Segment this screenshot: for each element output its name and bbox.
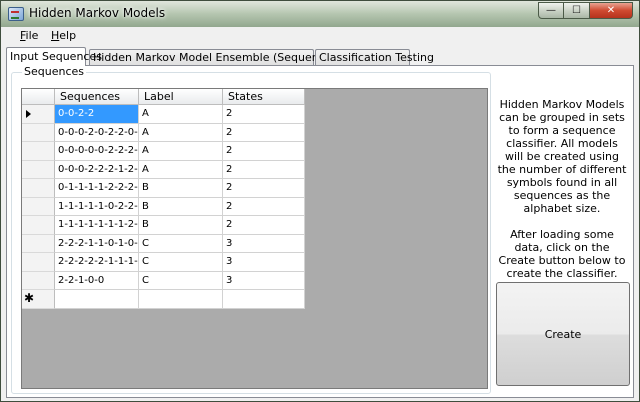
table-row: 2-2-2-2-2-1-1-1-1-... C 3 [22,253,305,272]
row-header[interactable] [22,179,55,198]
tab-page-input-sequences: Sequences Sequences Label States 0-0-2-2… [6,65,634,398]
cell-sequence[interactable]: 2-2-2-1-1-0-1-0-0-... [55,234,139,253]
caption-buttons: — ☐ ✕ [538,2,633,19]
cell-states[interactable]: 3 [223,234,305,253]
cell-label-new[interactable] [139,290,223,309]
row-header[interactable]: ✱ [22,290,55,309]
cell-states[interactable]: 2 [223,142,305,161]
cell-states[interactable]: 2 [223,123,305,142]
menu-help[interactable]: Help [51,29,76,42]
app-icon [8,7,24,21]
table-row: 1-1-1-1-1-1-1-2-2-... B 2 [22,216,305,235]
cell-sequence[interactable]: 0-0-0-0-0-2-2-2-2-... [55,142,139,161]
cell-states[interactable]: 2 [223,216,305,235]
menu-file-label: ile [25,29,39,42]
cell-sequence[interactable]: 0-0-0-2-2-2-1-2-2-... [55,160,139,179]
sequences-group-title: Sequences [22,65,86,78]
cell-states[interactable]: 3 [223,271,305,290]
current-row-arrow-icon [26,110,31,118]
menu-bar: File Help [1,27,639,45]
cell-states[interactable]: 2 [223,160,305,179]
instructions-paragraph-1: Hidden Markov Models can be grouped in s… [497,98,627,215]
cell-sequence[interactable]: 0-1-1-1-1-2-2-2-2-... [55,179,139,198]
cell-label[interactable]: A [139,105,223,124]
table-row: 0-0-2-2 A 2 [22,105,305,124]
tab-hmm-ensemble[interactable]: Hidden Markov Model Ensemble (Sequence C… [89,49,390,65]
row-header[interactable] [22,234,55,253]
title-bar[interactable]: Hidden Markov Models — ☐ ✕ [1,1,639,27]
client-area: Input Sequences Hidden Markov Model Ense… [1,45,639,401]
cell-label[interactable]: C [139,253,223,272]
row-header[interactable] [22,197,55,216]
cell-label[interactable]: C [139,271,223,290]
cell-label[interactable]: B [139,216,223,235]
minimize-button[interactable]: — [538,2,564,19]
table-row: 2-2-2-1-1-0-1-0-0-... C 3 [22,234,305,253]
row-header[interactable] [22,253,55,272]
new-row-icon: ✱ [24,291,35,305]
row-header[interactable] [22,123,55,142]
column-header-sequences[interactable]: Sequences [55,89,139,105]
row-header[interactable] [22,142,55,161]
cell-states[interactable]: 2 [223,197,305,216]
menu-file[interactable]: File [20,29,38,42]
new-row: ✱ [22,290,305,309]
row-header[interactable] [22,105,55,124]
cell-label[interactable]: A [139,123,223,142]
cell-sequence-new[interactable] [55,290,139,309]
sequences-grid[interactable]: Sequences Label States 0-0-2-2 A 2 0-0-0… [21,88,488,389]
sequences-groupbox: Sequences Sequences Label States 0-0-2-2… [11,65,491,394]
row-header[interactable] [22,271,55,290]
cell-label[interactable]: A [139,160,223,179]
cell-states[interactable]: 3 [223,253,305,272]
table-row: 0-0-0-0-0-2-2-2-2-... A 2 [22,142,305,161]
cell-sequence[interactable]: 1-1-1-1-1-0-2-2-2-... [55,197,139,216]
row-header[interactable] [22,160,55,179]
table-row: 1-1-1-1-1-0-2-2-2-... B 2 [22,197,305,216]
cell-sequence[interactable]: 2-2-1-0-0 [55,271,139,290]
cell-label[interactable]: A [139,142,223,161]
row-header[interactable] [22,216,55,235]
table-row: 2-2-1-0-0 C 3 [22,271,305,290]
cell-sequence[interactable]: 2-2-2-2-2-1-1-1-1-... [55,253,139,272]
column-header-label[interactable]: Label [139,89,223,105]
table-row: 0-1-1-1-1-2-2-2-2-... B 2 [22,179,305,198]
table-row: 0-0-0-2-2-2-1-2-2-... A 2 [22,160,305,179]
cell-states[interactable]: 2 [223,179,305,198]
cell-states-new[interactable] [223,290,305,309]
maximize-button[interactable]: ☐ [564,2,590,19]
table-row: 0-0-0-2-0-2-2-0-2-... A 2 [22,123,305,142]
grid-header: Sequences Label States [22,89,305,105]
cell-sequence[interactable]: 0-0-2-2 [55,105,139,124]
window-title: Hidden Markov Models [29,6,166,20]
close-button[interactable]: ✕ [590,2,633,19]
tab-input-sequences[interactable]: Input Sequences [6,47,102,66]
tab-classification-testing[interactable]: Classification Testing [315,49,434,65]
app-window: Hidden Markov Models — ☐ ✕ File Help Inp… [0,0,640,402]
menu-help-label: elp [59,29,77,42]
grid-corner-header[interactable] [22,89,55,105]
grid-body: 0-0-2-2 A 2 0-0-0-2-0-2-2-0-2-... A 2 [22,105,305,309]
cell-label[interactable]: B [139,179,223,198]
cell-label[interactable]: B [139,197,223,216]
cell-sequence[interactable]: 1-1-1-1-1-1-1-2-2-... [55,216,139,235]
cell-sequence[interactable]: 0-0-0-2-0-2-2-0-2-... [55,123,139,142]
cell-states[interactable]: 2 [223,105,305,124]
column-header-states[interactable]: States [223,89,305,105]
create-button[interactable]: Create [496,282,630,386]
cell-label[interactable]: C [139,234,223,253]
